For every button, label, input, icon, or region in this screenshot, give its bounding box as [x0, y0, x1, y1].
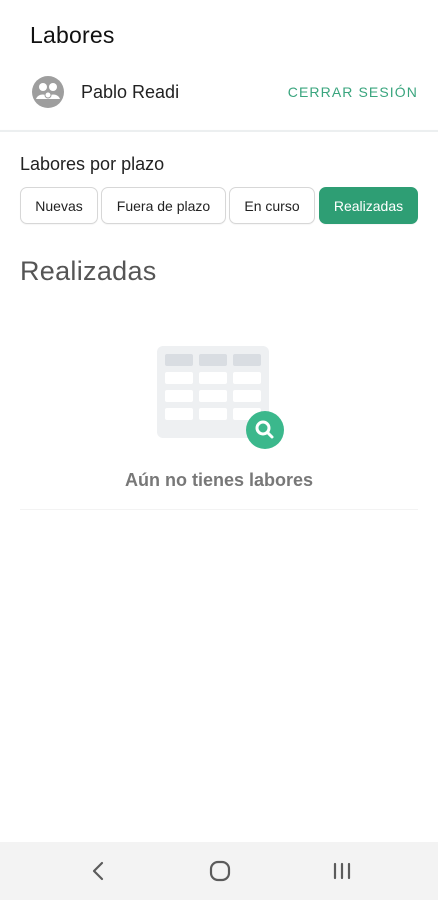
content-title: Realizadas [20, 256, 157, 286]
main-content: Labores por plazo Nuevas Fuera de plazo … [0, 132, 438, 842]
nav-back-button[interactable] [78, 856, 118, 886]
system-navigation-bar [0, 842, 438, 900]
nav-recent-apps-button[interactable] [322, 856, 362, 886]
filter-tab-nuevas[interactable]: Nuevas [20, 187, 98, 224]
divider [20, 509, 418, 510]
logout-button[interactable]: CERRAR SESIÓN [288, 84, 418, 100]
app-header: Labores Pablo Readi CERRAR SESIÓN [0, 0, 438, 130]
filter-tab-realizadas[interactable]: Realizadas [319, 187, 418, 224]
user-name: Pablo Readi [81, 82, 180, 102]
page-title: Labores [30, 22, 115, 48]
empty-table-search-icon [157, 346, 284, 449]
empty-state-message: Aún no tienes labores [124, 470, 314, 490]
filter-section-label: Labores por plazo [20, 154, 165, 174]
home-circle-icon [209, 860, 231, 882]
filter-tab-fuera-de-plazo[interactable]: Fuera de plazo [101, 187, 226, 224]
nav-home-button[interactable] [200, 856, 240, 886]
filter-tab-en-curso[interactable]: En curso [229, 187, 315, 224]
user-avatar-icon [32, 76, 64, 108]
chevron-left-icon [92, 861, 104, 881]
recent-apps-icon [333, 862, 351, 880]
